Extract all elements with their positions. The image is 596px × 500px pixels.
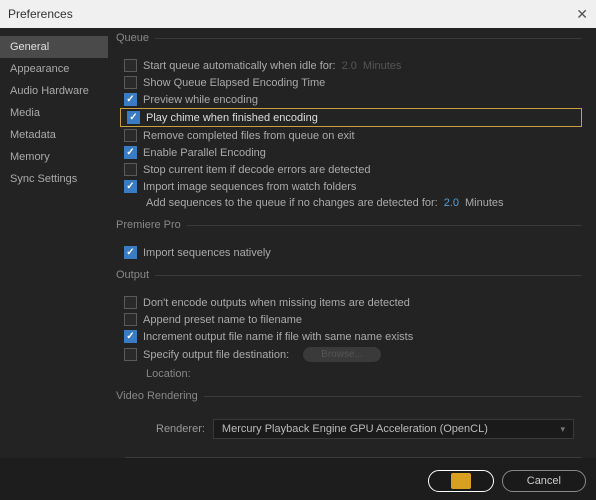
checkbox-import-seq[interactable] [124, 180, 137, 193]
group-title-premiere: Premiere Pro [116, 219, 187, 231]
browse-button[interactable]: Browse... [303, 347, 381, 362]
cancel-button[interactable]: Cancel [502, 470, 586, 492]
group-video: Video Rendering Renderer: Mercury Playba… [116, 396, 582, 453]
row-specify-dest: Specify output file destination: Browse.… [116, 345, 582, 364]
sidebar-item-media[interactable]: Media [0, 102, 108, 124]
sidebar-item-metadata[interactable]: Metadata [0, 124, 108, 146]
group-queue: Queue Start queue automatically when idl… [116, 38, 582, 221]
row-parallel: Enable Parallel Encoding [116, 144, 582, 161]
sidebar-item-general[interactable]: General [0, 36, 108, 58]
sidebar-item-sync-settings[interactable]: Sync Settings [0, 168, 108, 190]
row-stop-decode: Stop current item if decode errors are d… [116, 161, 582, 178]
checkbox-stop-decode[interactable] [124, 163, 137, 176]
add-seq-value[interactable]: 2.0 [444, 197, 459, 209]
location-label: Location: [116, 364, 582, 382]
row-preview: Preview while encoding [116, 91, 582, 108]
row-dont-encode: Don't encode outputs when missing items … [116, 294, 582, 311]
sidebar-item-audio-hardware[interactable]: Audio Hardware [0, 80, 108, 102]
group-title-queue: Queue [116, 32, 155, 44]
group-premiere: Premiere Pro Import sequences natively [116, 225, 582, 271]
checkbox-chime[interactable] [127, 111, 140, 124]
row-increment: Increment output file name if file with … [116, 328, 582, 345]
row-elapsed: Show Queue Elapsed Encoding Time [116, 74, 582, 91]
checkbox-dont-encode[interactable] [124, 296, 137, 309]
sidebar-item-appearance[interactable]: Appearance [0, 58, 108, 80]
renderer-label: Renderer: [156, 423, 205, 435]
checkbox-elapsed[interactable] [124, 76, 137, 89]
checkbox-idle[interactable] [124, 59, 137, 72]
chevron-down-icon: ▾ [560, 424, 565, 435]
checkbox-native[interactable] [124, 246, 137, 259]
renderer-dropdown[interactable]: Mercury Playback Engine GPU Acceleration… [213, 419, 574, 439]
group-title-output: Output [116, 269, 155, 281]
checkbox-increment[interactable] [124, 330, 137, 343]
close-icon[interactable]: ✕ [576, 6, 588, 23]
sidebar: General Appearance Audio Hardware Media … [0, 28, 108, 458]
renderer-value: Mercury Playback Engine GPU Acceleration… [222, 423, 488, 435]
row-chime: Play chime when finished encoding [120, 108, 582, 127]
checkbox-parallel[interactable] [124, 146, 137, 159]
group-title-video: Video Rendering [116, 390, 204, 402]
checkbox-append-preset[interactable] [124, 313, 137, 326]
checkbox-preview[interactable] [124, 93, 137, 106]
idle-value[interactable]: 2.0 [342, 60, 357, 72]
row-idle: Start queue automatically when idle for:… [116, 57, 582, 74]
footer: OK Cancel [428, 470, 586, 492]
checkbox-specify-dest[interactable] [124, 348, 137, 361]
checkbox-remove-completed[interactable] [124, 129, 137, 142]
row-add-seq: Add sequences to the queue if no changes… [116, 195, 582, 211]
window-title: Preferences [8, 7, 73, 21]
gold-badge-icon [451, 473, 471, 489]
ok-button[interactable]: OK [428, 470, 494, 492]
titlebar: Preferences ✕ [0, 0, 596, 28]
row-remove-completed: Remove completed files from queue on exi… [116, 127, 582, 144]
row-append-preset: Append preset name to filename [116, 311, 582, 328]
sidebar-item-memory[interactable]: Memory [0, 146, 108, 168]
group-output: Output Don't encode outputs when missing… [116, 275, 582, 392]
row-import-seq: Import image sequences from watch folder… [116, 178, 582, 195]
content-panel: Queue Start queue automatically when idl… [108, 28, 596, 458]
row-native: Import sequences natively [116, 244, 582, 261]
preferences-window: Preferences ✕ General Appearance Audio H… [0, 0, 596, 500]
group-color: Enable Display Color Management (require… [116, 457, 582, 458]
row-renderer: Renderer: Mercury Playback Engine GPU Ac… [116, 415, 582, 443]
